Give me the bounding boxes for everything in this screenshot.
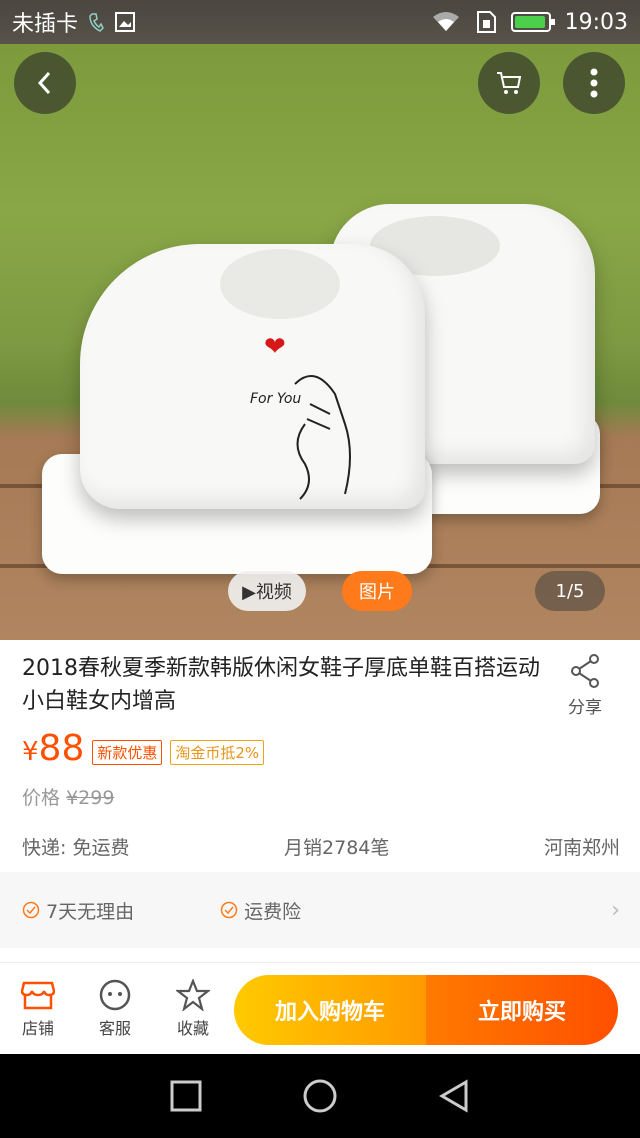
product-title: 2018春秋夏季新款韩版休闲女鞋子厚底单鞋百搭运动小白鞋女内增高 (22, 656, 540, 714)
share-icon (571, 654, 599, 688)
product-image-gallery[interactable]: ❤ For You ▶视频 图片 1/5 (0, 44, 640, 640)
customer-service-button[interactable]: 客服 (76, 979, 154, 1039)
photo-tab[interactable]: 图片 (342, 571, 412, 611)
service-item: 7天无理由 (22, 897, 134, 924)
chevron-right-icon: › (611, 897, 620, 923)
product-meta-row: 快递: 免运费 月销2784笔 河南郑州 (22, 833, 620, 860)
buy-now-button[interactable]: 立即购买 (426, 975, 618, 1045)
check-circle-icon (22, 901, 40, 919)
coin-discount-badge: 淘金币抵2% (170, 740, 265, 765)
home-icon[interactable] (302, 1078, 338, 1114)
check-circle-icon (220, 901, 238, 919)
wifi-icon (432, 12, 459, 31)
cart-button[interactable] (478, 52, 540, 114)
service-item: 运费险 (220, 897, 301, 924)
image-counter: 1/5 (535, 571, 605, 611)
add-to-cart-button[interactable]: 加入购物车 (234, 975, 426, 1045)
status-bar: 未插卡 19:03 (0, 0, 640, 44)
more-button[interactable] (563, 52, 625, 114)
chat-face-icon (99, 979, 131, 1010)
back-button[interactable] (14, 52, 76, 114)
shipping-info: 快递: 免运费 (22, 837, 130, 859)
new-discount-badge: 新款优惠 (92, 740, 163, 765)
clock: 19:03 (564, 9, 628, 35)
cart-icon (497, 72, 522, 94)
favorite-button[interactable]: 收藏 (154, 978, 232, 1039)
share-label: 分享 (568, 698, 602, 718)
back-nav-icon[interactable] (438, 1079, 470, 1113)
video-tab[interactable]: ▶视频 (228, 571, 306, 611)
share-button[interactable]: 分享 (560, 654, 610, 718)
system-nav-bar (0, 1054, 640, 1138)
shop-icon (21, 981, 55, 1009)
sim-icon (476, 11, 496, 33)
shop-button[interactable]: 店铺 (0, 979, 76, 1039)
original-price: 价格 ¥299 (22, 787, 115, 809)
bottom-action-bar: 店铺 客服 收藏 加入购物车 立即购买 (0, 962, 640, 1054)
phone-icon (89, 13, 104, 32)
star-icon (176, 978, 210, 1011)
more-vertical-icon (590, 68, 598, 98)
monthly-sales: 月销2784笔 (284, 837, 390, 859)
chevron-left-icon (37, 71, 51, 95)
service-guarantee-row[interactable]: 7天无理由 运费险 › (0, 872, 640, 948)
price-row: ¥88 新款优惠 淘金币抵2% (22, 728, 265, 771)
image-notification-icon (115, 12, 136, 32)
carrier-text: 未插卡 (12, 12, 79, 37)
ship-location: 河南郑州 (543, 837, 620, 859)
recent-apps-icon[interactable] (170, 1080, 202, 1112)
battery-icon (510, 12, 555, 32)
current-price: ¥88 (22, 728, 85, 769)
